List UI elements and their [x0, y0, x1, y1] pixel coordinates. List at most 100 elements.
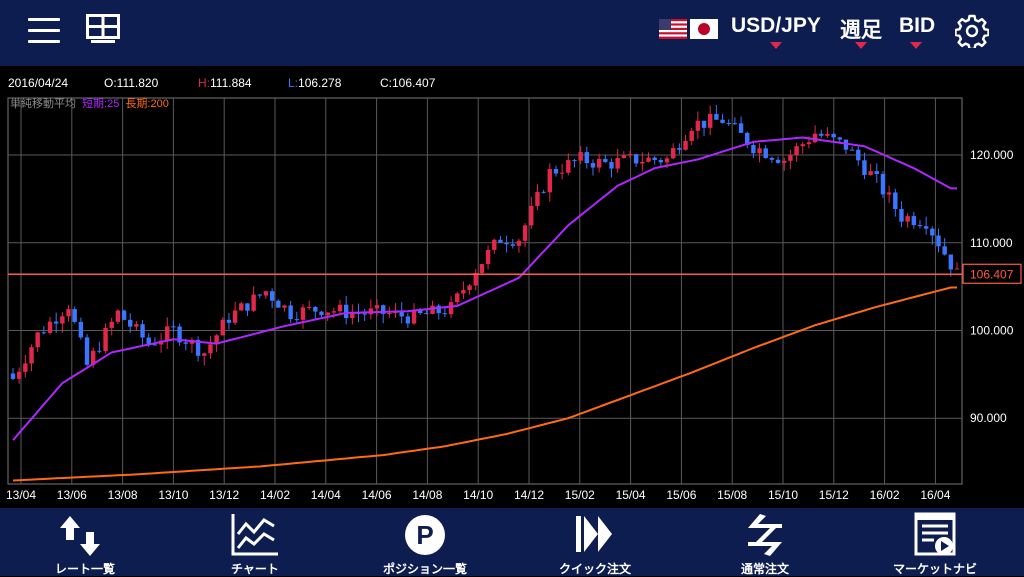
candle-body — [263, 291, 269, 296]
x-tick-label: 14/02 — [260, 488, 290, 502]
candle-body — [405, 316, 411, 324]
ohlc-low-prefix: L: — [288, 76, 299, 90]
candle-body — [325, 312, 330, 316]
candle-body — [782, 160, 787, 163]
candle-body — [905, 216, 910, 222]
period-selector[interactable]: 週足 — [840, 14, 882, 44]
gear-icon[interactable] — [955, 14, 989, 48]
candle-body — [424, 313, 429, 315]
top-toolbar: USD/JPY 週足 BID — [0, 0, 1024, 66]
x-tick-label: 16/02 — [870, 488, 900, 502]
x-tick-label: 15/02 — [565, 488, 595, 502]
x-tick-label: 14/06 — [362, 488, 392, 502]
chart-icon — [231, 514, 278, 556]
candle-body — [917, 225, 923, 227]
candle-body — [880, 173, 886, 195]
candle-body — [134, 324, 139, 327]
candle-body — [794, 146, 799, 155]
x-tick-label: 16/04 — [920, 488, 950, 502]
candle-body — [60, 316, 65, 324]
candle-body — [276, 300, 281, 308]
candle-body — [331, 311, 337, 313]
candle-body — [948, 254, 954, 270]
candle-body — [41, 332, 47, 334]
candle-body — [115, 310, 121, 322]
price-type-dropdown-icon[interactable] — [910, 42, 922, 49]
candle-body — [603, 158, 608, 163]
candle-body — [930, 228, 935, 236]
nav-rate-list[interactable]: レート一覧 — [0, 508, 170, 576]
candle-body — [208, 344, 213, 354]
bottom-navigation: レート一覧 チャート P ポジション一覧 クイック注文 通常注文 マーケットナビ — [0, 508, 1024, 576]
hamburger-menu-icon[interactable] — [28, 18, 60, 44]
candle-body — [78, 321, 84, 338]
nav-position-list[interactable]: P ポジション一覧 — [340, 508, 510, 576]
candle-body — [596, 158, 602, 168]
candle-body — [430, 305, 435, 314]
candle-body — [936, 235, 941, 247]
candle-body — [695, 120, 701, 131]
candle-body — [942, 246, 947, 255]
candle-body — [615, 158, 620, 169]
candle-body — [621, 155, 627, 159]
candle-body — [646, 157, 651, 162]
currency-pair-selector[interactable]: USD/JPY — [731, 14, 821, 38]
candle-body — [109, 321, 114, 328]
ohlc-low: L:106.278 — [288, 76, 341, 90]
candle-body — [886, 192, 892, 195]
candle-body — [103, 327, 108, 352]
candle-body — [868, 171, 873, 175]
candle-body — [708, 113, 713, 128]
indicator-short: 短期:25 — [82, 96, 119, 110]
candle-body — [664, 158, 670, 163]
candle-body — [812, 133, 818, 143]
candle-body — [578, 152, 583, 161]
nav-market-navi-label: マーケットナビ — [892, 562, 977, 576]
market-navi-icon — [914, 512, 956, 556]
candle-body — [251, 294, 256, 311]
x-tick-label: 15/10 — [768, 488, 798, 502]
price-type-selector[interactable]: BID — [899, 14, 935, 38]
candle-body — [954, 268, 960, 270]
candle-body — [239, 303, 244, 311]
nav-chart[interactable]: チャート — [170, 508, 340, 576]
candle-body — [202, 353, 207, 356]
ohlc-open: O:111.820 — [104, 76, 159, 90]
x-tick-label: 13/08 — [108, 488, 138, 502]
quick-order-icon — [576, 516, 612, 552]
ohlc-high-value: 111.884 — [210, 76, 252, 90]
candlestick-chart[interactable]: 13/04 13/06 13/08 13/10 13/12 14/02 14/04 14/06… — [0, 96, 1024, 508]
candle-body — [47, 321, 53, 333]
candle-body — [288, 305, 293, 320]
pair-dropdown-icon[interactable] — [770, 42, 782, 49]
candle-body — [257, 294, 262, 296]
candle-body — [29, 347, 34, 364]
candle-body — [683, 140, 688, 150]
candle-body — [485, 249, 491, 265]
chart-background — [0, 96, 1024, 508]
candle-body — [319, 311, 324, 316]
ohlc-high-prefix: H: — [198, 76, 210, 90]
normal-order-icon — [748, 514, 782, 556]
ohlc-high: H:111.884 — [198, 76, 252, 90]
candle-body — [757, 148, 762, 154]
candle-body — [461, 290, 466, 294]
candle-body — [559, 172, 565, 174]
candle-body — [825, 133, 830, 136]
rate-list-icon — [60, 516, 100, 556]
candle-body — [732, 123, 738, 125]
candle-body — [775, 159, 781, 163]
nav-market-navi[interactable]: マーケットナビ — [850, 508, 1020, 576]
nav-quick-order[interactable]: クイック注文 — [510, 508, 680, 576]
candle-body — [609, 162, 614, 169]
nav-chart-label: チャート — [231, 562, 279, 576]
candle-body — [504, 242, 509, 245]
layout-switch-icon[interactable] — [86, 14, 120, 44]
period-dropdown-icon[interactable] — [855, 42, 867, 49]
y-tick-label: 120.000 — [970, 148, 1014, 162]
candle-body — [498, 239, 503, 243]
nav-normal-order[interactable]: 通常注文 — [680, 508, 850, 576]
candle-body — [800, 144, 805, 147]
candle-body — [726, 122, 731, 124]
candle-body — [677, 148, 682, 150]
